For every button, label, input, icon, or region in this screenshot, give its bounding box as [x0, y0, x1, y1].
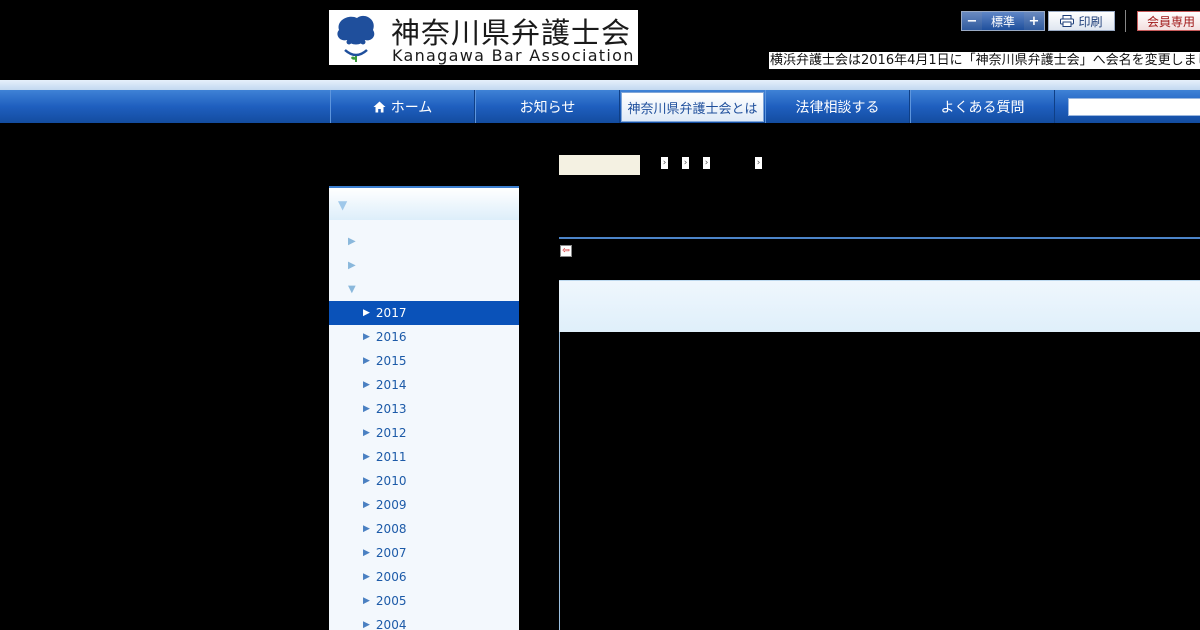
year-label: 2016: [375, 330, 407, 344]
breadcrumb-chevron-icon: ›: [755, 157, 762, 169]
logo-english-text: Kanagawa Bar Association: [392, 46, 635, 65]
font-decrease-button[interactable]: −: [962, 12, 982, 30]
sidebar-year-2006[interactable]: ▶ 2006: [329, 565, 519, 589]
nav-item-home[interactable]: ホーム: [330, 90, 475, 123]
nav-item-news[interactable]: お知らせ: [475, 90, 620, 123]
home-icon: [373, 101, 386, 112]
sidebar-year-2014[interactable]: ▶ 2014: [329, 373, 519, 397]
ticker-text: 横浜弁護士会は2016年4月1日に「神奈川県弁護士会」へ会名を変更しました: [770, 53, 1200, 68]
triangle-right-icon: ▶: [363, 308, 370, 318]
breadcrumb-chevron-icon: ›: [682, 157, 689, 169]
year-label: 2006: [375, 570, 407, 584]
nav-item-label: 法律相談する: [795, 99, 880, 116]
content-panel-header: [559, 280, 1200, 332]
mascot-icon: [337, 15, 375, 62]
triangle-down-icon[interactable]: ▼: [348, 284, 356, 295]
triangle-down-icon: ▼: [338, 198, 348, 212]
search-input[interactable]: [1068, 98, 1200, 116]
nav-item-label: 神奈川県弁護士会とは: [627, 101, 758, 117]
sidebar-year-2007[interactable]: ▶ 2007: [329, 541, 519, 565]
triangle-right-icon: ▶: [363, 572, 370, 582]
font-standard-button[interactable]: 標準: [982, 12, 1024, 30]
sidebar-year-2017[interactable]: ▶ 2017: [329, 301, 519, 325]
header-divider: [1125, 10, 1126, 32]
year-label: 2012: [375, 426, 407, 440]
year-label: 2013: [375, 402, 407, 416]
year-label: 2005: [375, 594, 407, 608]
breadcrumb-home[interactable]: [559, 155, 640, 175]
breadcrumb-chevron-icon: ›: [661, 157, 668, 169]
triangle-right-icon: ▶: [363, 500, 370, 510]
nav-item-about[interactable]: 神奈川県弁護士会とは: [621, 92, 764, 122]
nav-item-label: お知らせ: [519, 99, 576, 116]
triangle-right-icon: ▶: [363, 452, 370, 462]
sidebar-year-2010[interactable]: ▶ 2010: [329, 469, 519, 493]
triangle-right-icon: ▶: [363, 380, 370, 390]
year-label: 2015: [375, 354, 407, 368]
sidebar: ▼ ▶ ▶ ▼ ▶ 2017 ▶ 2016 ▶ 2015 ▶ 2014 ▶ 20…: [329, 186, 519, 630]
triangle-right-icon: ▶: [363, 332, 370, 342]
breadcrumb-chevron-icon: ›: [703, 157, 710, 169]
sidebar-header[interactable]: ▼: [329, 188, 519, 220]
triangle-right-icon[interactable]: ▶: [348, 260, 356, 271]
member-only-button[interactable]: 会員専用: [1137, 11, 1200, 31]
font-increase-button[interactable]: +: [1024, 12, 1044, 30]
year-label: 2007: [375, 546, 407, 560]
sidebar-year-2013[interactable]: ▶ 2013: [329, 397, 519, 421]
site-logo[interactable]: 神奈川県弁護士会 Kanagawa Bar Association: [329, 10, 638, 65]
sidebar-year-2015[interactable]: ▶ 2015: [329, 349, 519, 373]
sidebar-year-2008[interactable]: ▶ 2008: [329, 517, 519, 541]
sidebar-year-2004[interactable]: ▶ 2004: [329, 613, 519, 630]
nav-item-label: ホーム: [390, 99, 433, 116]
year-label: 2014: [375, 378, 407, 392]
sidebar-year-2009[interactable]: ▶ 2009: [329, 493, 519, 517]
nav-item-label: よくある質問: [940, 99, 1025, 116]
year-label: 2011: [375, 450, 407, 464]
triangle-right-icon: ▶: [363, 548, 370, 558]
font-size-control: − 標準 +: [961, 11, 1045, 31]
nav-item-faq[interactable]: よくある質問: [910, 90, 1055, 123]
back-arrow-icon[interactable]: ⇦: [560, 245, 572, 257]
triangle-right-icon: ▶: [363, 596, 370, 606]
triangle-right-icon: ▶: [363, 356, 370, 366]
year-label: 2010: [375, 474, 407, 488]
triangle-right-icon[interactable]: ▶: [348, 236, 356, 247]
sidebar-year-2005[interactable]: ▶ 2005: [329, 589, 519, 613]
triangle-right-icon: ▶: [363, 524, 370, 534]
content-panel-border: [559, 332, 560, 630]
nav-top-stripe: [0, 80, 1200, 90]
member-label: 会員専用: [1147, 14, 1196, 29]
print-button[interactable]: 印刷: [1048, 11, 1115, 31]
triangle-right-icon: ▶: [363, 404, 370, 414]
sidebar-year-2016[interactable]: ▶ 2016: [329, 325, 519, 349]
nav-item-consultation[interactable]: 法律相談する: [765, 90, 910, 123]
triangle-right-icon: ▶: [363, 476, 370, 486]
triangle-right-icon: ▶: [363, 428, 370, 438]
year-label: 2008: [375, 522, 407, 536]
sidebar-year-2012[interactable]: ▶ 2012: [329, 421, 519, 445]
year-label: 2004: [375, 618, 407, 630]
print-label: 印刷: [1078, 14, 1103, 29]
printer-icon: [1060, 15, 1075, 27]
content-title-rule: [559, 237, 1200, 239]
sidebar-year-2011[interactable]: ▶ 2011: [329, 445, 519, 469]
triangle-right-icon: ▶: [363, 620, 370, 630]
announcement-ticker[interactable]: 横浜弁護士会は2016年4月1日に「神奈川県弁護士会」へ会名を変更しました: [769, 52, 1200, 69]
year-label: 2017: [375, 306, 407, 320]
year-label: 2009: [375, 498, 407, 512]
